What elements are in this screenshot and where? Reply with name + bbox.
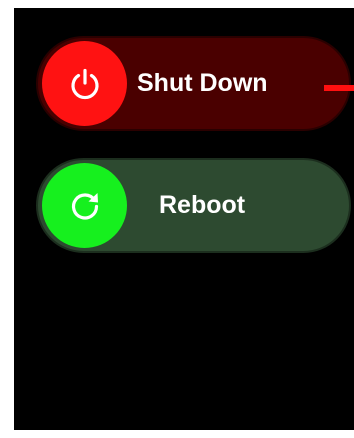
reboot-label: Reboot: [159, 191, 246, 219]
shutdown-label: Shut Down: [137, 69, 268, 97]
power-icon: [70, 68, 99, 99]
power-menu-screen: Shut Down Reboot: [14, 8, 354, 430]
shutdown-edge-marker: [324, 85, 354, 91]
reboot-slider-knob[interactable]: [42, 163, 127, 248]
shutdown-slider-knob[interactable]: [42, 41, 127, 126]
shutdown-slider[interactable]: Shut Down: [36, 36, 351, 131]
reboot-slider[interactable]: Reboot: [36, 158, 351, 253]
refresh-icon: [71, 192, 98, 220]
